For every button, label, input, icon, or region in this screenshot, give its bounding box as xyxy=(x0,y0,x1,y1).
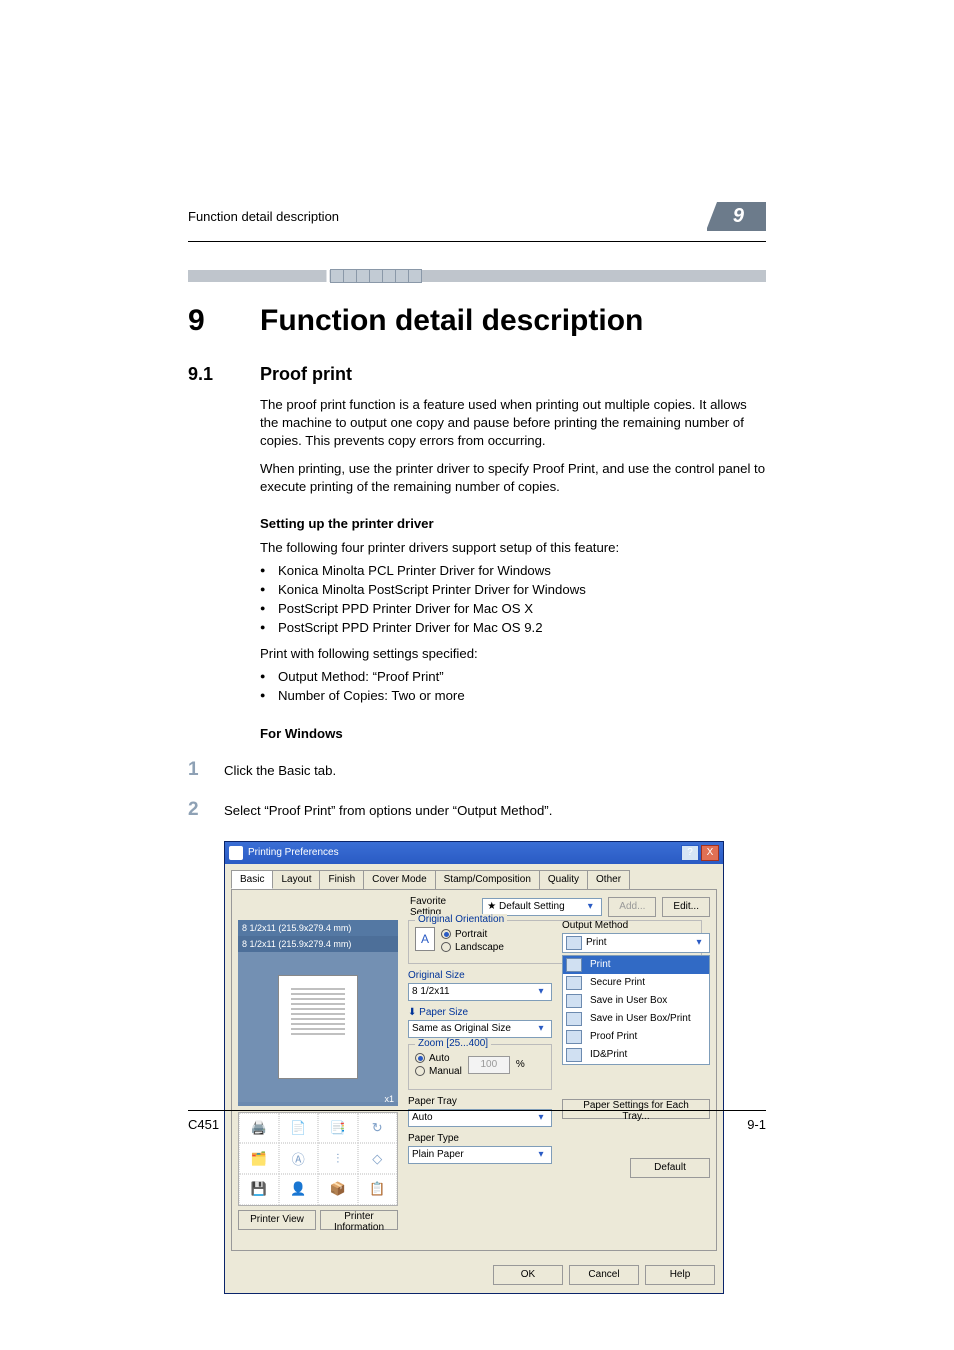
box-icon xyxy=(566,994,582,1008)
option-secure-print[interactable]: Secure Print xyxy=(563,974,709,992)
orientation-legend: Original Orientation xyxy=(415,914,507,925)
subheading-windows: For Windows xyxy=(260,726,766,741)
printer-info-button[interactable]: Printer Information xyxy=(320,1210,398,1230)
radio-auto[interactable]: Auto xyxy=(415,1053,462,1064)
output-method-dropdown: Print Secure Print Save in User Box Save… xyxy=(562,955,710,1065)
close-button[interactable]: X xyxy=(701,845,719,861)
list-item: Konica Minolta PostScript Printer Driver… xyxy=(260,580,766,599)
printer-icon xyxy=(566,936,582,950)
id-icon xyxy=(566,1048,582,1062)
zoom-legend: Zoom [25...400] xyxy=(415,1038,491,1049)
grid-icon: Ⓐ xyxy=(279,1143,319,1174)
paper-type-label: Paper Type xyxy=(408,1133,552,1144)
radio-manual[interactable]: Manual xyxy=(415,1066,462,1077)
help-button[interactable]: ? xyxy=(681,845,699,861)
original-size-select[interactable]: 8 1/2x11▾ xyxy=(408,983,552,1001)
subheading-setup: Setting up the printer driver xyxy=(260,516,766,531)
tab-stamp[interactable]: Stamp/Composition xyxy=(435,870,540,889)
step-text: Select “Proof Print” from options under … xyxy=(224,799,766,820)
step-number: 1 xyxy=(188,759,224,781)
tab-cover-mode[interactable]: Cover Mode xyxy=(363,870,435,889)
cancel-button[interactable]: Cancel xyxy=(569,1265,639,1285)
paper-size-select[interactable]: Same as Original Size▾ xyxy=(408,1020,552,1038)
grid-icon: 🗂️ xyxy=(239,1143,279,1174)
page-preview: 8 1/2x11 (215.9x279.4 mm) 8 1/2x11 (215.… xyxy=(238,920,398,1106)
add-button[interactable]: Add... xyxy=(608,897,656,917)
edit-button[interactable]: Edit... xyxy=(662,897,710,917)
body-paragraph: The proof print function is a feature us… xyxy=(260,396,766,449)
preview-size-mid: 8 1/2x11 (215.9x279.4 mm) xyxy=(238,936,398,952)
tab-layout[interactable]: Layout xyxy=(272,870,320,889)
step: 2 Select “Proof Print” from options unde… xyxy=(188,799,766,821)
pct-label: % xyxy=(516,1059,525,1070)
section-heading: 9.1Proof print xyxy=(188,364,766,385)
printer-view-button[interactable]: Printer View xyxy=(238,1210,316,1230)
dialog-footer: OK Cancel Help xyxy=(225,1257,723,1293)
list-item: Output Method: “Proof Print” xyxy=(260,667,766,686)
preview-size-top: 8 1/2x11 (215.9x279.4 mm) xyxy=(238,920,398,936)
chapter-heading: 9Function detail description xyxy=(188,304,766,338)
original-size-label: Original Size xyxy=(408,970,552,981)
option-print[interactable]: Print xyxy=(563,956,709,974)
list-item: Konica Minolta PCL Printer Driver for Wi… xyxy=(260,561,766,580)
paper-size-label: ⬇ Paper Size xyxy=(408,1007,552,1018)
default-button[interactable]: Default xyxy=(630,1158,710,1178)
list-item: PostScript PPD Printer Driver for Mac OS… xyxy=(260,618,766,637)
list-item: Number of Copies: Two or more xyxy=(260,686,766,705)
grid-icon: 📋 xyxy=(358,1174,398,1205)
paper-type-select[interactable]: Plain Paper▾ xyxy=(408,1146,552,1164)
option-save-user-box-print[interactable]: Save in User Box/Print xyxy=(563,1010,709,1028)
running-header: Function detail description 9 xyxy=(188,202,766,231)
zoom-spinner[interactable]: 100 xyxy=(468,1056,510,1074)
output-method-label: Output Method xyxy=(562,920,710,931)
list-item: PostScript PPD Printer Driver for Mac OS… xyxy=(260,599,766,618)
body-paragraph: When printing, use the printer driver to… xyxy=(260,460,766,496)
tab-quality[interactable]: Quality xyxy=(539,870,588,889)
output-method-select[interactable]: Print ▾ xyxy=(562,933,710,953)
grid-icon: 💾 xyxy=(239,1174,279,1205)
setup-intro: The following four printer drivers suppo… xyxy=(260,539,766,557)
step: 1 Click the Basic tab. xyxy=(188,759,766,781)
page-footer: C451 9-1 xyxy=(188,1110,766,1132)
option-proof-print[interactable]: Proof Print xyxy=(563,1028,709,1046)
tabstrip: Basic Layout Finish Cover Mode Stamp/Com… xyxy=(225,864,723,889)
tab-basic[interactable]: Basic xyxy=(231,870,273,889)
help-button[interactable]: Help xyxy=(645,1265,715,1285)
tabpanel-basic: Favorite Setting ★ Default Setting▾ Add.… xyxy=(231,889,717,1251)
box-print-icon xyxy=(566,1012,582,1026)
footer-page: 9-1 xyxy=(747,1117,766,1132)
step-text: Click the Basic tab. xyxy=(224,759,766,780)
decorative-strip xyxy=(188,270,766,282)
dialog-titlebar: Printing Preferences ? X xyxy=(225,842,723,864)
preview-zoom: x1 xyxy=(384,1094,394,1104)
grid-icon: ◇ xyxy=(358,1143,398,1174)
option-id-print[interactable]: ID&Print xyxy=(563,1046,709,1064)
lock-icon xyxy=(566,976,582,990)
paper-tray-label: Paper Tray xyxy=(408,1096,552,1107)
printing-preferences-dialog: Printing Preferences ? X Basic Layout Fi… xyxy=(224,841,724,1294)
grid-icon: 👤 xyxy=(279,1174,319,1205)
settings-intro: Print with following settings specified: xyxy=(260,645,766,663)
settings-list: Output Method: “Proof Print” Number of C… xyxy=(260,667,766,705)
footer-model: C451 xyxy=(188,1117,219,1132)
grid-icon: ⫶ xyxy=(318,1143,358,1174)
tab-finish[interactable]: Finish xyxy=(319,870,364,889)
paper-icon xyxy=(278,975,358,1079)
grid-icon: 📦 xyxy=(318,1174,358,1205)
option-save-user-box[interactable]: Save in User Box xyxy=(563,992,709,1010)
app-icon xyxy=(229,846,243,860)
drivers-list: Konica Minolta PCL Printer Driver for Wi… xyxy=(260,561,766,638)
a-icon: A xyxy=(415,927,435,951)
step-number: 2 xyxy=(188,799,224,821)
running-title: Function detail description xyxy=(188,209,339,224)
chapter-badge: 9 xyxy=(707,202,766,231)
header-rule xyxy=(188,241,766,242)
printer-icon xyxy=(566,958,582,972)
dialog-title: Printing Preferences xyxy=(248,847,339,858)
proof-icon xyxy=(566,1030,582,1044)
ok-button[interactable]: OK xyxy=(493,1265,563,1285)
tab-other[interactable]: Other xyxy=(587,870,630,889)
